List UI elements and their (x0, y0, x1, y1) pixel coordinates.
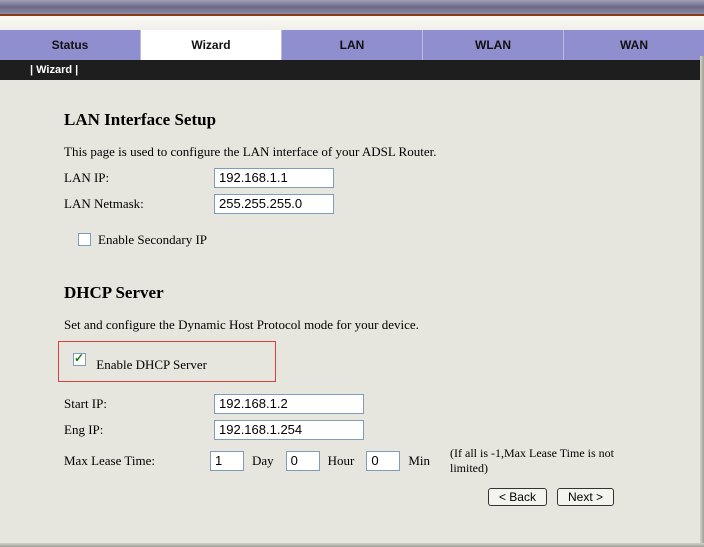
tab-lan[interactable]: LAN (282, 30, 423, 60)
header-gap (0, 16, 704, 30)
enable-secondary-ip-checkbox[interactable] (78, 233, 91, 246)
next-button[interactable]: Next > (557, 488, 614, 506)
tab-wan[interactable]: WAN (564, 30, 704, 60)
enable-dhcp-label: Enable DHCP Server (96, 357, 207, 372)
lan-netmask-input[interactable] (214, 194, 334, 214)
dhcp-heading: DHCP Server (64, 283, 644, 303)
lan-ip-label: LAN IP: (64, 170, 214, 186)
enable-dhcp-highlight: Enable DHCP Server (58, 341, 276, 382)
dhcp-desc: Set and configure the Dynamic Host Proto… (64, 317, 644, 333)
enable-secondary-ip-label: Enable Secondary IP (98, 232, 207, 248)
lan-ip-input[interactable] (214, 168, 334, 188)
lease-min-unit: Min (408, 453, 430, 469)
lease-time-label: Max Lease Time: (64, 453, 206, 469)
lease-hour-unit: Hour (328, 453, 355, 469)
content-area: LAN Interface Setup This page is used to… (0, 80, 704, 516)
end-ip-input[interactable] (214, 420, 364, 440)
tab-wlan[interactable]: WLAN (423, 30, 564, 60)
lease-hour-input[interactable] (286, 451, 320, 471)
lan-netmask-label: LAN Netmask: (64, 196, 214, 212)
lease-min-input[interactable] (366, 451, 400, 471)
bottom-bevel (0, 543, 704, 547)
lan-heading: LAN Interface Setup (64, 110, 644, 130)
back-button[interactable]: < Back (488, 488, 547, 506)
lease-hint: (If all is -1,Max Lease Time is not limi… (450, 446, 644, 476)
lease-day-input[interactable] (210, 451, 244, 471)
lease-day-unit: Day (252, 453, 274, 469)
tab-status[interactable]: Status (0, 30, 141, 60)
right-bevel (700, 56, 704, 547)
breadcrumb: | Wizard | (0, 60, 704, 80)
main-tabs: Status Wizard LAN WLAN WAN (0, 30, 704, 60)
window-header-strip (0, 0, 704, 16)
enable-dhcp-checkbox[interactable] (73, 353, 86, 366)
start-ip-label: Start IP: (64, 396, 214, 412)
end-ip-label: Eng IP: (64, 422, 214, 438)
tab-wizard[interactable]: Wizard (141, 30, 282, 60)
start-ip-input[interactable] (214, 394, 364, 414)
lan-desc: This page is used to configure the LAN i… (64, 144, 644, 160)
